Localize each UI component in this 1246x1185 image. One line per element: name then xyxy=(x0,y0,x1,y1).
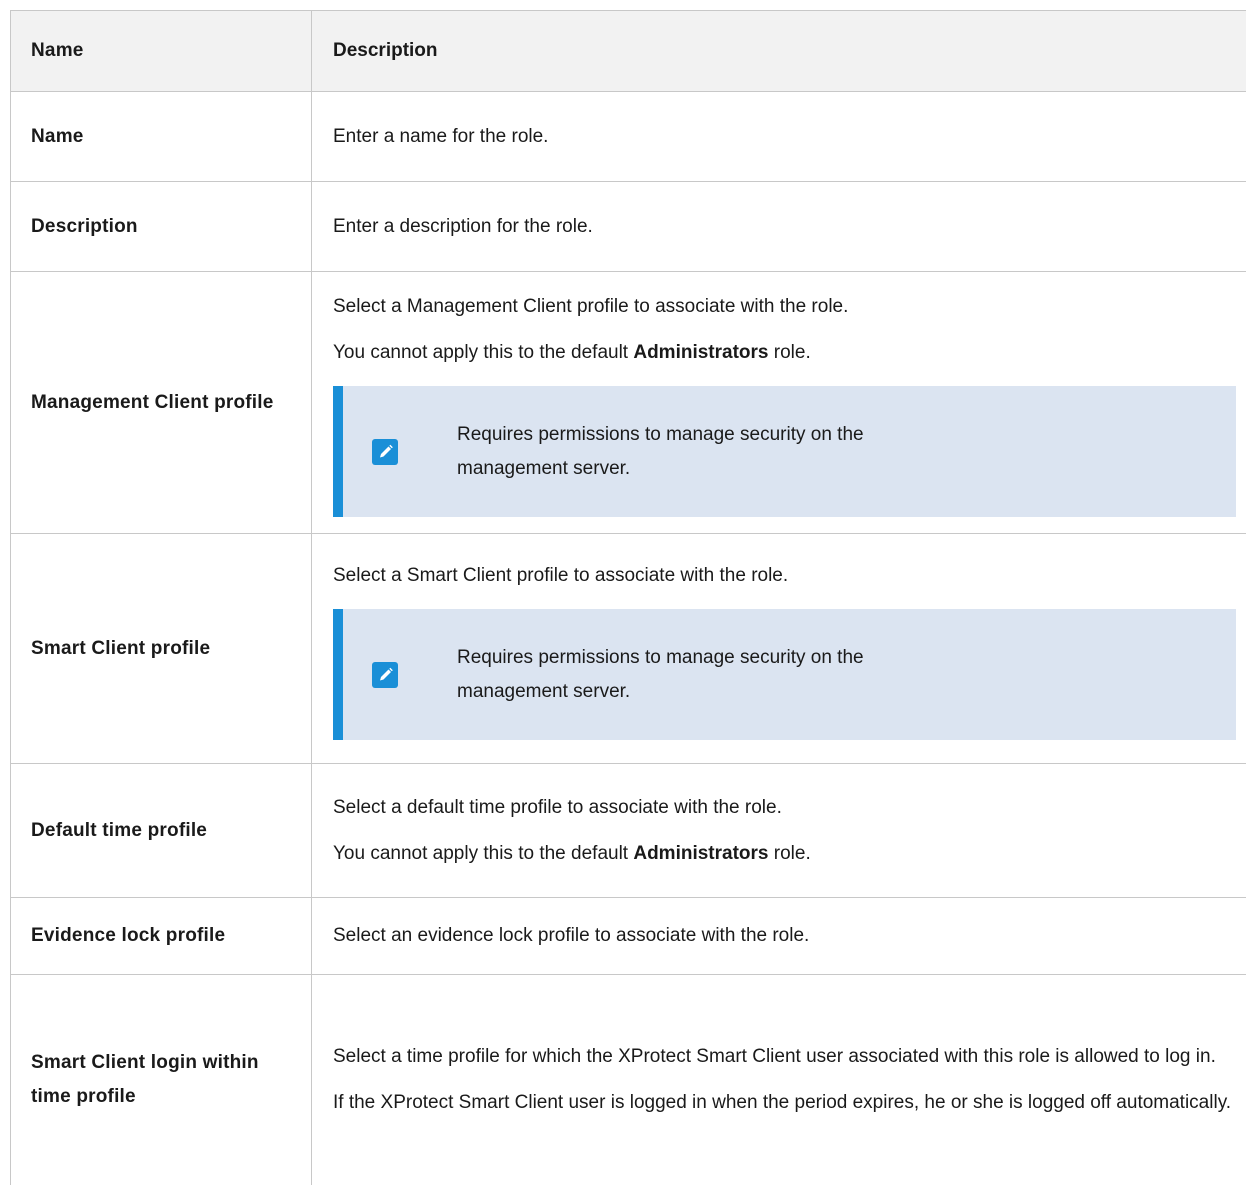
description-text: Select an evidence lock profile to assoc… xyxy=(333,913,1236,959)
emphasis-text: Administrators xyxy=(633,843,768,864)
table-row: Smart Client profile Select a Smart Clie… xyxy=(11,534,1246,764)
note-callout: Requires permissions to manage security … xyxy=(333,386,1236,517)
column-header-description: Description xyxy=(312,11,1246,92)
property-description: Select a time profile for which the XPro… xyxy=(312,975,1246,1185)
table-row: Evidence lock profile Select an evidence… xyxy=(11,898,1246,975)
property-name: Evidence lock profile xyxy=(11,898,312,975)
property-description: Select a Management Client profile to as… xyxy=(312,272,1246,534)
note-text: Requires permissions to manage security … xyxy=(457,418,864,486)
property-description: Enter a description for the role. xyxy=(312,182,1246,272)
note-callout: Requires permissions to manage security … xyxy=(333,609,1236,740)
description-text: Select a default time profile to associa… xyxy=(333,785,1236,831)
property-name: Smart Client login within time profile xyxy=(11,975,312,1185)
column-header-name: Name xyxy=(11,11,312,92)
description-text: Select a time profile for which the XPro… xyxy=(333,1034,1236,1080)
properties-table: Name Description Name Enter a name for t… xyxy=(10,10,1246,1185)
description-text: Select a Smart Client profile to associa… xyxy=(333,553,1236,599)
table-header-row: Name Description xyxy=(11,11,1246,92)
table-row: Description Enter a description for the … xyxy=(11,182,1246,272)
pencil-icon xyxy=(372,662,398,688)
table-row: Default time profile Select a default ti… xyxy=(11,764,1246,898)
property-description: Select an evidence lock profile to assoc… xyxy=(312,898,1246,975)
property-description: Select a default time profile to associa… xyxy=(312,764,1246,898)
description-text: Select a Management Client profile to as… xyxy=(333,284,1236,330)
description-text: Enter a name for the role. xyxy=(333,114,1236,160)
property-name: Management Client profile xyxy=(11,272,312,534)
table-row: Name Enter a name for the role. xyxy=(11,92,1246,182)
property-name: Name xyxy=(11,92,312,182)
table-row: Management Client profile Select a Manag… xyxy=(11,272,1246,534)
description-text: If the XProtect Smart Client user is log… xyxy=(333,1080,1236,1126)
note-text: Requires permissions to manage security … xyxy=(457,641,864,709)
property-name: Default time profile xyxy=(11,764,312,898)
emphasis-text: Administrators xyxy=(633,342,768,363)
description-text: Enter a description for the role. xyxy=(333,204,1236,250)
property-name: Smart Client profile xyxy=(11,534,312,764)
table-row: Smart Client login within time profile S… xyxy=(11,975,1246,1185)
property-description: Select a Smart Client profile to associa… xyxy=(312,534,1246,764)
description-text: You cannot apply this to the default Adm… xyxy=(333,831,1236,877)
pencil-icon xyxy=(372,439,398,465)
property-name: Description xyxy=(11,182,312,272)
property-description: Enter a name for the role. xyxy=(312,92,1246,182)
description-text: You cannot apply this to the default Adm… xyxy=(333,330,1236,376)
